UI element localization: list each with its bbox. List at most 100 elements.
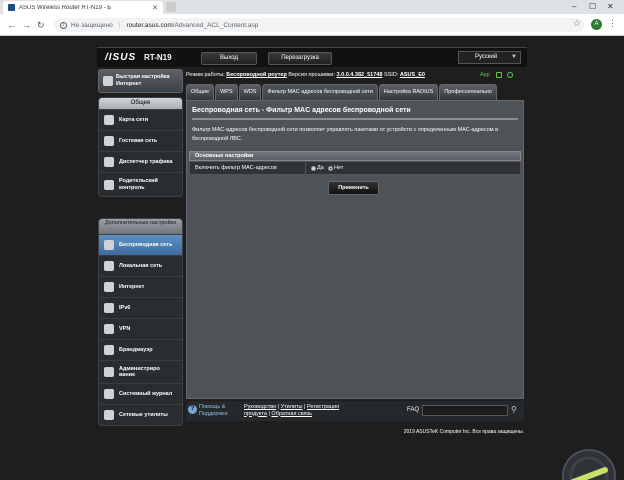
bookmark-star-icon[interactable]: ☆ <box>573 18 581 29</box>
qis-label: Быстрая настройка Интернет <box>116 74 170 87</box>
radio-no[interactable]: Нет <box>328 165 343 171</box>
menu-kebab-icon[interactable]: ⋮ <box>608 18 617 29</box>
sidebar-item-label: Администрирование <box>119 365 160 379</box>
sidebar-item-traffic-manager[interactable]: Диспетчер трафика <box>99 151 182 172</box>
enable-filter-label: Включить фильтр MAC-адресов <box>195 165 277 171</box>
sidebar-item-label: Локальная сеть <box>119 262 163 269</box>
product-link[interactable]: продукта <box>244 411 267 417</box>
close-window-icon[interactable]: ✕ <box>607 2 614 12</box>
sidebar-item-label: Гостевая сеть <box>119 137 158 144</box>
reboot-button[interactable]: Перезагрузка <box>268 52 332 65</box>
sidebar-item-guest-network[interactable]: Гостевая сеть <box>99 130 182 151</box>
sidebar-item-firewall[interactable]: Брандмауэр <box>99 339 182 360</box>
main-area: Режим работы: Беспроводной роутер Версия… <box>186 69 524 399</box>
row-divider <box>305 162 306 175</box>
tab-radius[interactable]: Настройка RADIUS <box>378 84 439 100</box>
status-bar: Режим работы: Беспроводной роутер Версия… <box>186 69 524 81</box>
sidebar-item-label: IPv6 <box>119 304 131 311</box>
browser-tab[interactable]: ASUS Wireless Router RT-N19 - Б ✕ <box>3 1 163 14</box>
minimize-icon[interactable]: – <box>572 2 576 12</box>
faq-search-input[interactable] <box>422 405 508 416</box>
browser-tab-title: ASUS Wireless Router RT-N19 - Б <box>19 4 112 11</box>
sidebar-item-parental-control[interactable]: Родительский контроль <box>99 172 182 196</box>
forward-icon[interactable]: → <box>22 20 31 30</box>
router-model: RT-N19 <box>144 53 172 62</box>
new-tab-button[interactable] <box>166 2 176 12</box>
advanced-menu-group: Дополнительные настройки Беспроводная се… <box>98 218 183 426</box>
app-link[interactable]: App <box>480 69 490 81</box>
help-support-link[interactable]: Помощь & Поддержка <box>199 404 228 417</box>
firewall-icon <box>104 345 114 355</box>
footer-links: Руководство | Утилиты | Регистрация проду… <box>244 404 340 417</box>
logout-button[interactable]: Выход <box>201 52 257 65</box>
content-panel: Беспроводная сеть - Фильтр MAC адресов б… <box>186 100 524 399</box>
search-icon[interactable]: ⚲ <box>511 405 517 414</box>
tab-professional[interactable]: Профессионально <box>439 84 497 100</box>
sidebar-item-network-map[interactable]: Карта сети <box>99 109 182 130</box>
tab-wds[interactable]: WDS <box>238 84 262 100</box>
url-host: router.asus.com <box>126 21 173 29</box>
sidebar-item-label: Интернет <box>119 283 145 290</box>
sidebar-item-system-log[interactable]: Системный журнал <box>99 383 182 404</box>
profile-avatar[interactable]: A <box>591 19 602 30</box>
url-separator: | <box>118 21 121 29</box>
feedback-link[interactable]: Обратная связь <box>271 411 312 417</box>
general-menu-group: Общее Карта сети Гостевая сеть Диспетчер… <box>98 97 183 197</box>
manual-link[interactable]: Руководство <box>244 404 276 410</box>
browser-toolbar: ← → ↻ i Не защищено | router.asus.com/Ad… <box>0 14 624 36</box>
footer: ? Помощь & Поддержка Руководство | Утилит… <box>186 401 524 421</box>
wan-icon <box>104 282 114 292</box>
advanced-header: Дополнительные настройки <box>99 219 182 234</box>
help-icon: ? <box>188 405 197 414</box>
sidebar-item-wan[interactable]: Интернет <box>99 276 182 297</box>
radio-yes-label: Да <box>317 165 324 171</box>
page-title: Беспроводная сеть - Фильтр MAC адресов б… <box>192 107 411 114</box>
sidebar-item-label: Брандмауэр <box>119 346 153 353</box>
radio-no-dot[interactable] <box>328 165 333 171</box>
ssid-value[interactable]: ASUS_E0 <box>400 72 425 78</box>
tab-general[interactable]: Общие <box>186 84 215 100</box>
sidebar-item-label: VPN <box>119 325 131 332</box>
tab-mac-filter[interactable]: Фильтр MAC адресов беспроводной сети <box>262 84 378 100</box>
ssid-label: SSID: <box>383 72 399 78</box>
apply-button[interactable]: Применить <box>328 181 379 195</box>
radio-no-label: Нет <box>334 165 344 171</box>
sidebar-item-wireless[interactable]: Беспроводная сеть <box>99 234 182 255</box>
radio-yes-dot[interactable] <box>311 165 316 171</box>
url-path: /Advanced_ACL_Content.asp <box>172 21 259 29</box>
general-header: Общее <box>99 98 182 109</box>
quick-internet-setup-button[interactable]: Быстрая настройка Интернет <box>98 69 183 93</box>
usb-status-icon[interactable] <box>496 72 502 78</box>
reload-icon[interactable]: ↻ <box>37 20 45 30</box>
firmware-label: Версия прошивки: <box>288 72 335 78</box>
sidebar-item-ipv6[interactable]: IPv6 <box>99 297 182 318</box>
lan-icon <box>104 261 114 271</box>
back-icon[interactable]: ← <box>7 20 16 30</box>
info-icon[interactable]: i <box>60 21 67 29</box>
language-select[interactable]: Русский ▼ <box>458 51 521 64</box>
tab-wps[interactable]: WPS <box>215 84 238 100</box>
sidebar-item-label: Сетевые утилиты <box>119 411 168 418</box>
sidebar-item-administration[interactable]: Администрирование <box>99 360 182 383</box>
mode-label: Режим работы: <box>186 72 225 78</box>
close-tab-icon[interactable]: ✕ <box>152 4 158 12</box>
sidebar-item-network-tools[interactable]: Сетевые утилиты <box>99 404 182 425</box>
mode-value[interactable]: Беспроводной роутер <box>226 72 287 78</box>
sidebar-item-vpn[interactable]: VPN <box>99 318 182 339</box>
network-tools-icon <box>104 410 114 420</box>
internet-status-icon[interactable] <box>507 72 513 78</box>
maximize-icon[interactable]: ☐ <box>589 2 596 12</box>
help-line1: Помощь & <box>199 404 226 410</box>
section-header: Основные настройки <box>189 151 521 161</box>
router-header: /ISUS RT-N19 Выход Перезагрузка Русский ▼ <box>97 47 527 67</box>
parental-control-icon <box>104 179 114 190</box>
sidebar-item-label: Системный журнал <box>119 390 173 397</box>
sidebar-item-lan[interactable]: Локальная сеть <box>99 255 182 276</box>
utilities-link[interactable]: Утилиты <box>281 404 303 410</box>
firmware-value[interactable]: 3.0.0.4.382_51748 <box>337 72 383 78</box>
help-line2: Поддержка <box>199 410 228 417</box>
address-bar[interactable]: i Не защищено | router.asus.com/Advanced… <box>54 18 584 32</box>
registration-link[interactable]: Регистрация <box>307 404 339 410</box>
watermark-logo <box>562 449 616 480</box>
radio-yes[interactable]: Да <box>311 165 324 171</box>
